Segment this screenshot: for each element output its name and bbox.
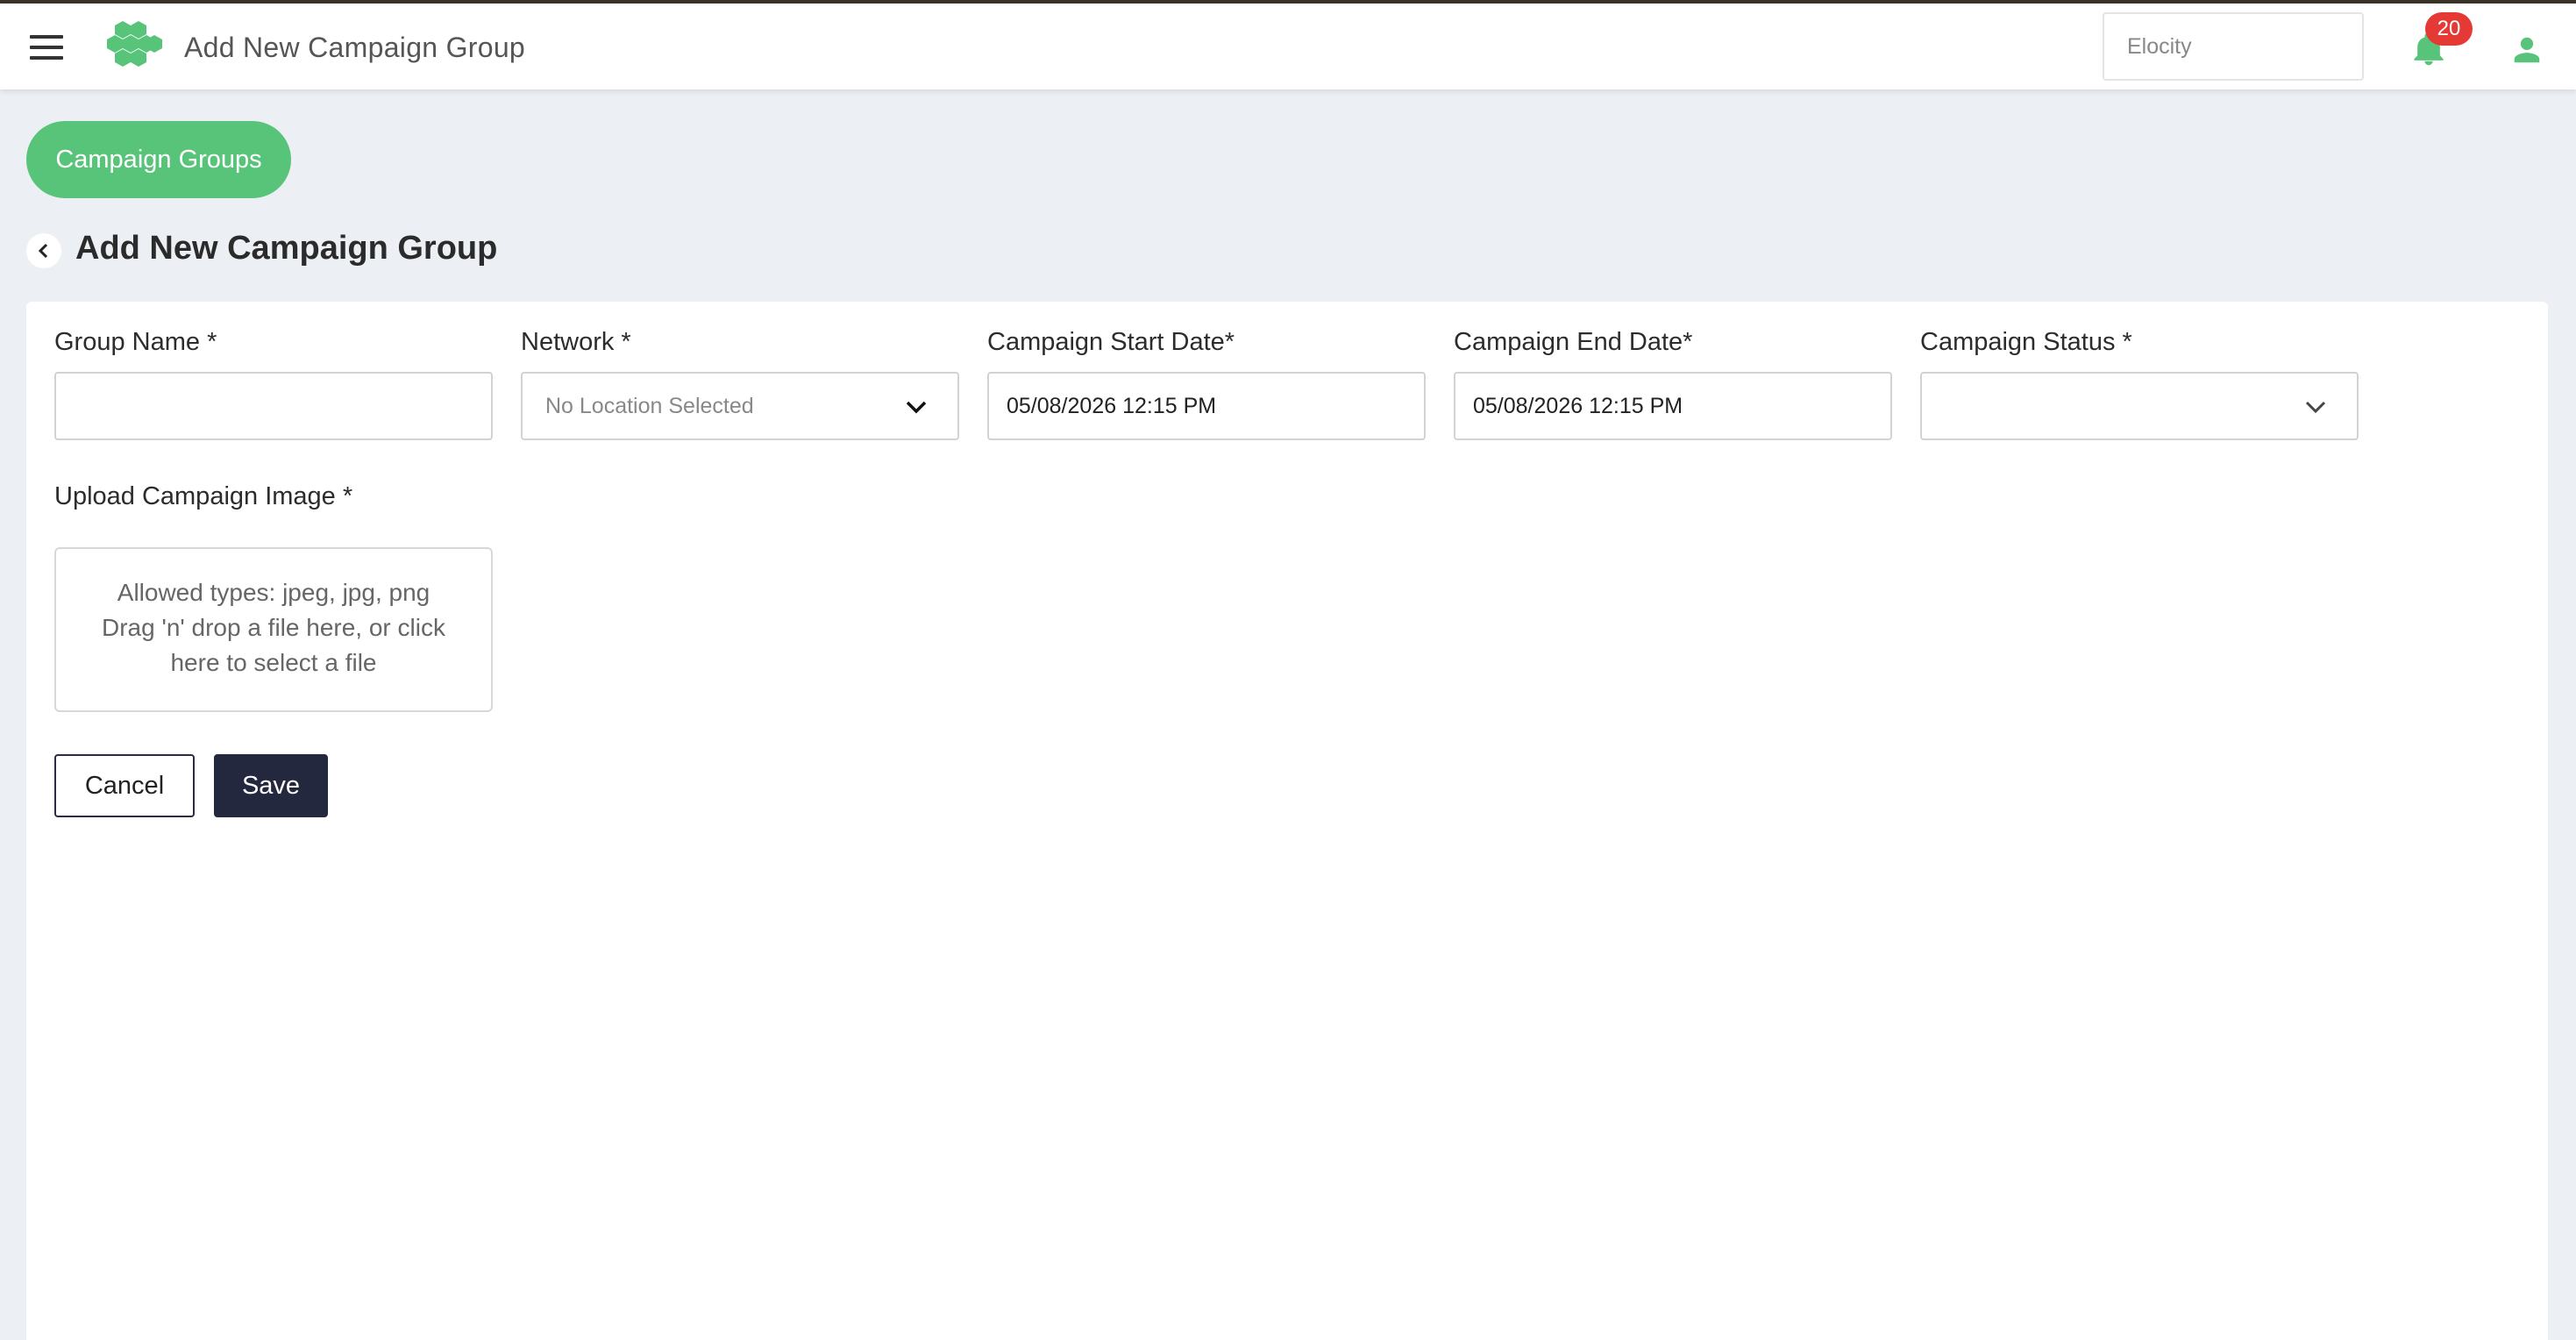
dropzone-line-1: Allowed types: jpeg, jpg, png xyxy=(117,579,431,606)
form-card: Group Name * Network * No Location Selec… xyxy=(26,302,2548,1340)
campaign-groups-button[interactable]: Campaign Groups xyxy=(26,121,291,198)
back-button[interactable] xyxy=(26,233,61,268)
chevron-down-icon xyxy=(906,401,927,414)
page-title: Add New Campaign Group xyxy=(75,230,498,267)
app-title: Add New Campaign Group xyxy=(184,32,526,63)
chevron-down-icon xyxy=(2305,401,2326,414)
org-selector[interactable]: Elocity xyxy=(2103,12,2364,81)
end-date-input[interactable]: 05/08/2026 12:15 PM xyxy=(1454,372,1892,440)
upload-label: Upload Campaign Image * xyxy=(54,482,353,510)
menu-icon[interactable] xyxy=(30,35,63,61)
group-name-label: Group Name * xyxy=(54,328,217,356)
image-dropzone[interactable]: Allowed types: jpeg, jpg, png Drag 'n' d… xyxy=(54,547,493,712)
campaign-status-select[interactable] xyxy=(1920,372,2359,440)
back-chevron-icon xyxy=(38,243,48,259)
network-label: Network * xyxy=(521,328,631,356)
notification-badge: 20 xyxy=(2425,12,2473,46)
dropzone-line-2: Drag 'n' drop a file here, or click xyxy=(102,614,445,641)
start-date-input[interactable]: 05/08/2026 12:15 PM xyxy=(987,372,1426,440)
start-date-label: Campaign Start Date* xyxy=(987,328,1235,356)
user-icon[interactable] xyxy=(2509,33,2544,67)
network-select-value: No Location Selected xyxy=(545,394,754,418)
end-date-label: Campaign End Date* xyxy=(1454,328,1693,356)
group-name-input[interactable] xyxy=(54,372,493,440)
save-button[interactable]: Save xyxy=(214,754,328,817)
logo-icon xyxy=(107,21,162,67)
network-select[interactable]: No Location Selected xyxy=(521,372,959,440)
app-bar: Add New Campaign Group Elocity 20 xyxy=(0,4,2576,89)
dropzone-line-3: here to select a file xyxy=(170,649,377,676)
cancel-button[interactable]: Cancel xyxy=(54,754,195,817)
campaign-status-label: Campaign Status * xyxy=(1920,328,2132,356)
